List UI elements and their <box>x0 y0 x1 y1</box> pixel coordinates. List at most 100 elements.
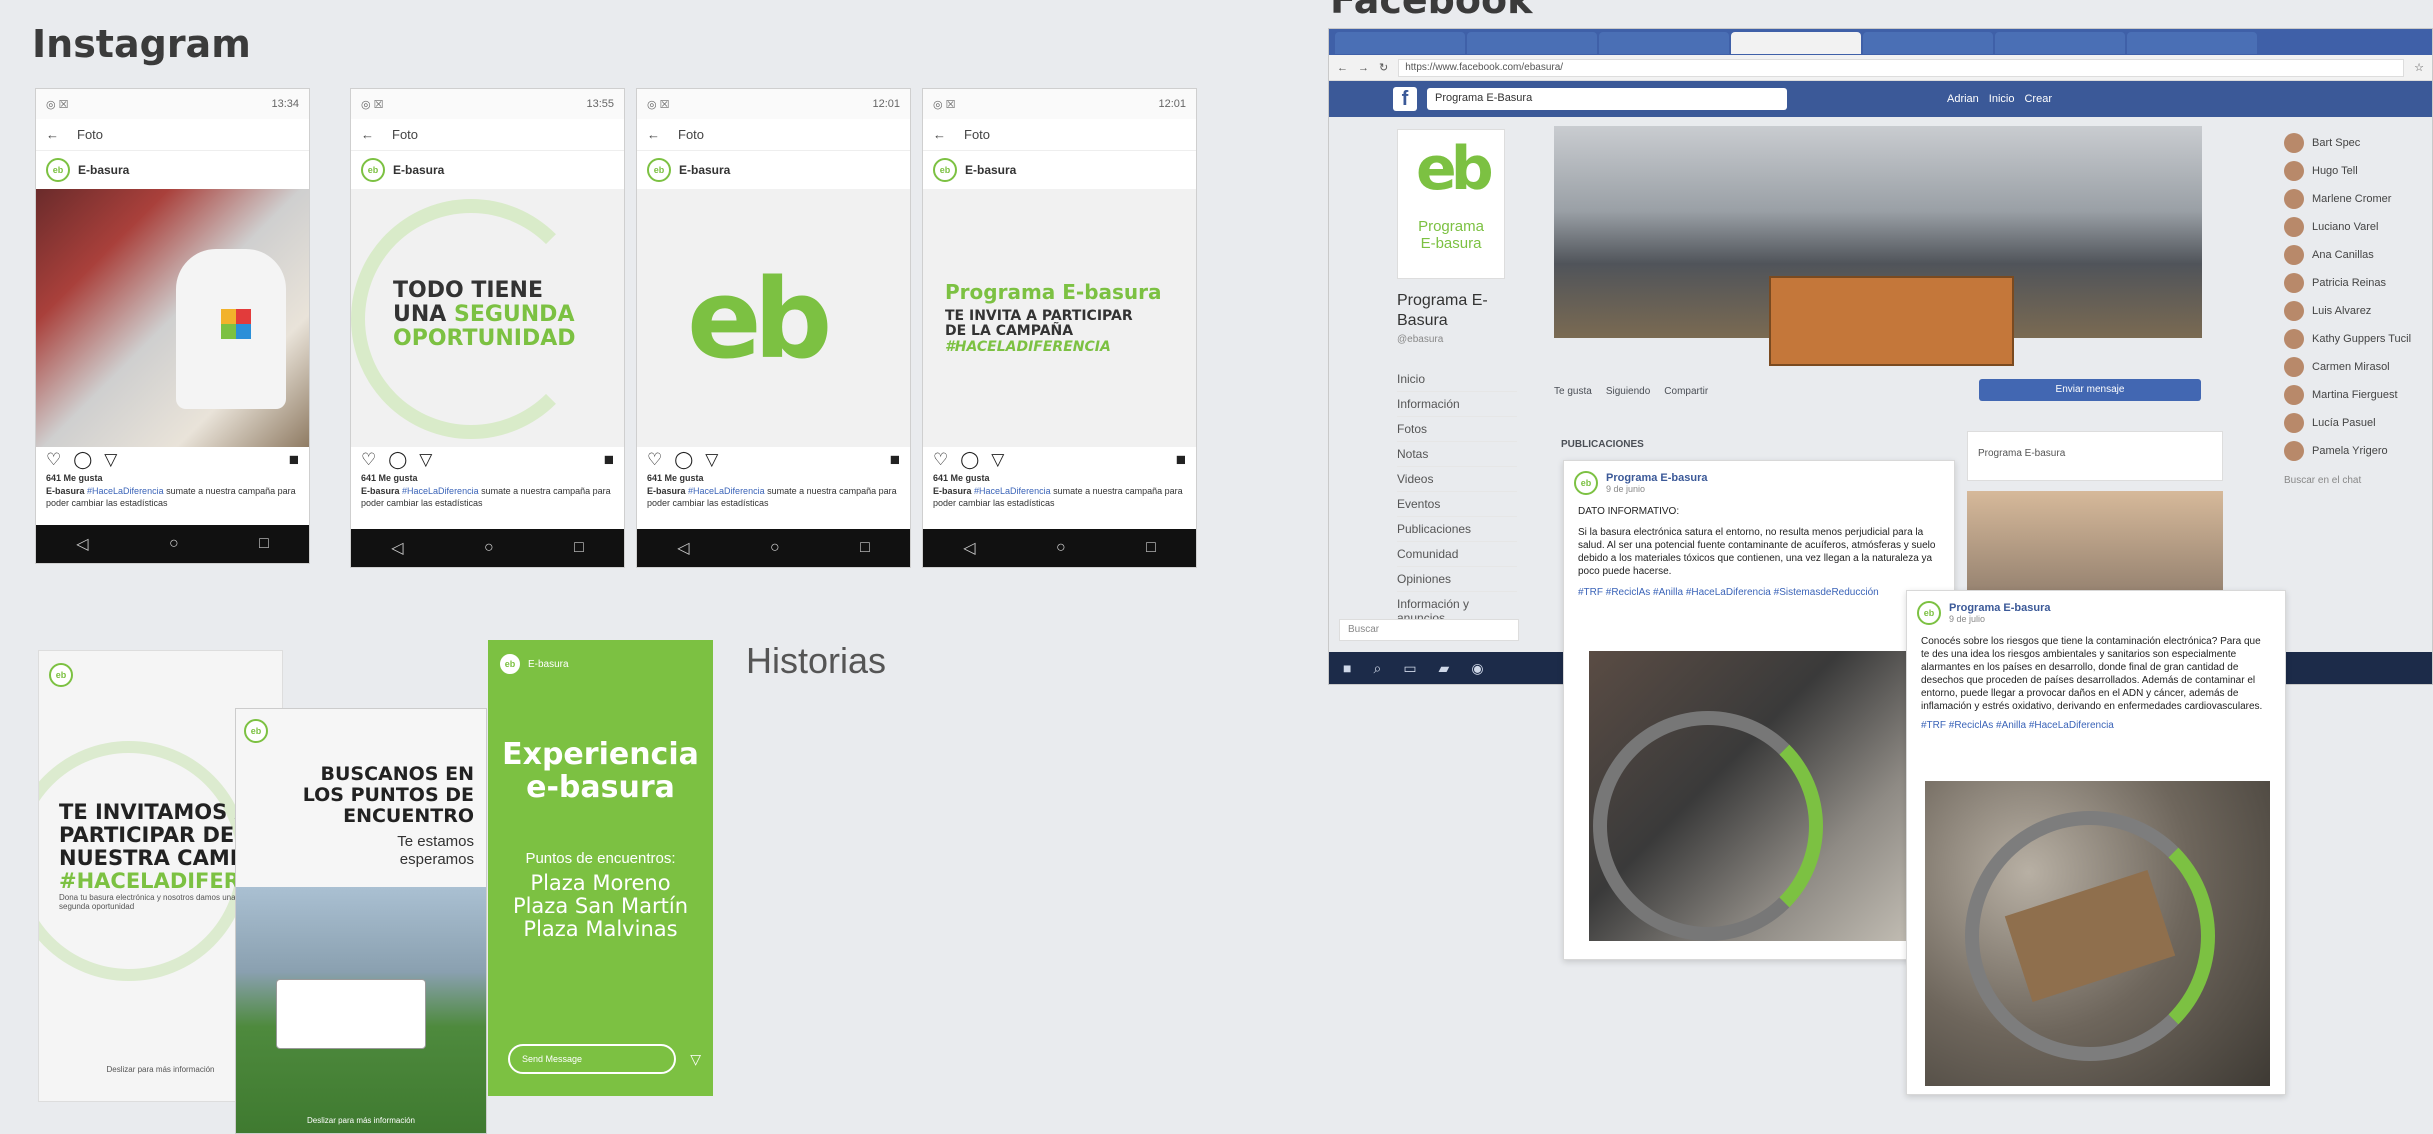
like-page-button[interactable]: Te gusta <box>1554 386 1592 397</box>
back-nav-icon[interactable]: ◁ <box>391 538 403 558</box>
sidebar-item-opiniones[interactable]: Opiniones <box>1397 567 1517 592</box>
post-topbar: ← Foto <box>637 119 910 151</box>
share-icon[interactable]: ▽ <box>705 450 718 470</box>
friend-item[interactable]: Martina Fierguest <box>2284 381 2432 409</box>
back-nav-icon[interactable]: ◁ <box>677 538 689 558</box>
follow-page-button[interactable]: Siguiendo <box>1606 386 1650 397</box>
back-arrow-icon[interactable]: ← <box>933 127 946 142</box>
taskview-icon[interactable]: ▭ <box>1403 660 1416 677</box>
sidebar-item-eventos[interactable]: Eventos <box>1397 492 1517 517</box>
friend-item[interactable]: Luciano Varel <box>2284 213 2432 241</box>
nav-create[interactable]: Crear <box>2024 93 2052 105</box>
nav-home[interactable]: Inicio <box>1989 93 2015 105</box>
avatar: eb <box>244 719 268 743</box>
post-account-row[interactable]: eb E-basura <box>36 151 309 189</box>
bookmark-icon[interactable]: ■ <box>289 450 299 470</box>
friend-item[interactable]: Patricia Reinas <box>2284 269 2432 297</box>
browser-tab[interactable] <box>2127 32 2257 54</box>
recent-nav-icon[interactable]: □ <box>574 539 584 557</box>
heart-icon[interactable]: ♡ <box>933 450 948 470</box>
back-arrow-icon[interactable]: ← <box>46 127 59 142</box>
friend-item[interactable]: Pamela Yrigero <box>2284 437 2432 465</box>
recent-nav-icon[interactable]: □ <box>860 539 870 557</box>
browser-icon[interactable]: ◉ <box>1471 660 1483 677</box>
comment-icon[interactable]: ◯ <box>73 450 92 470</box>
browser-tab[interactable] <box>1995 32 2125 54</box>
explorer-icon[interactable]: ▰ <box>1439 660 1450 677</box>
post-photo[interactable] <box>1589 651 1929 941</box>
sidebar-item-comunidad[interactable]: Comunidad <box>1397 542 1517 567</box>
share-icon[interactable]: ▽ <box>104 450 117 470</box>
sidebar-item-publicaciones[interactable]: Publicaciones <box>1397 517 1517 542</box>
story-reply-input[interactable]: Send Message <box>508 1044 676 1074</box>
back-arrow-icon[interactable]: ← <box>361 127 374 142</box>
facebook-logo-icon[interactable]: f <box>1393 87 1417 111</box>
page-handle[interactable]: @ebasura <box>1397 334 1443 345</box>
taskbar-search-input[interactable]: Buscar <box>1339 619 1519 641</box>
browser-tab[interactable] <box>1335 32 1465 54</box>
comment-icon[interactable]: ◯ <box>674 450 693 470</box>
story-footer[interactable]: Deslizar para más información <box>236 1116 486 1125</box>
browser-tab[interactable] <box>1863 32 1993 54</box>
send-icon[interactable]: ▽ <box>690 1051 701 1068</box>
sidebar-item-informacion[interactable]: Información <box>1397 392 1517 417</box>
send-message-button[interactable]: Enviar mensaje <box>1979 379 2201 401</box>
home-nav-icon[interactable]: ○ <box>1056 539 1066 557</box>
bookmark-icon[interactable]: ■ <box>604 450 614 470</box>
browser-tab[interactable] <box>1599 32 1729 54</box>
post-headline-dark: TE INVITA A PARTICIPAR DE LA CAMPAÑA #HA… <box>945 308 1133 355</box>
friend-item[interactable]: Carmen Mirasol <box>2284 353 2432 381</box>
post-account-row[interactable]: eb E-basura <box>351 151 624 189</box>
share-icon[interactable]: ▽ <box>991 450 1004 470</box>
forward-icon[interactable]: → <box>1358 62 1369 74</box>
back-nav-icon[interactable]: ◁ <box>76 534 88 554</box>
back-nav-icon[interactable]: ◁ <box>963 538 975 558</box>
windows-start-icon[interactable]: ■ <box>1343 660 1351 676</box>
share-page-button[interactable]: Compartir <box>1664 386 1708 397</box>
friend-item[interactable]: Ana Canillas <box>2284 241 2432 269</box>
fb-search-input[interactable]: Programa E-Basura <box>1427 88 1787 110</box>
friend-item[interactable]: Hugo Tell <box>2284 157 2432 185</box>
back-icon[interactable]: ← <box>1337 62 1348 74</box>
friend-item[interactable]: Marlene Cromer <box>2284 185 2432 213</box>
share-icon[interactable]: ▽ <box>419 450 432 470</box>
sidebar-item-fotos[interactable]: Fotos <box>1397 417 1517 442</box>
page-profile-picture[interactable]: eb Programa E-basura <box>1397 129 1505 279</box>
heart-icon[interactable]: ♡ <box>361 450 376 470</box>
avatar: eb <box>46 158 70 182</box>
heart-icon[interactable]: ♡ <box>647 450 662 470</box>
comment-icon[interactable]: ◯ <box>960 450 979 470</box>
heart-icon[interactable]: ♡ <box>46 450 61 470</box>
friend-item[interactable]: Bart Spec <box>2284 129 2432 157</box>
comment-icon[interactable]: ◯ <box>388 450 407 470</box>
sidebar-item-notas[interactable]: Notas <box>1397 442 1517 467</box>
bookmark-icon[interactable]: ■ <box>890 450 900 470</box>
recent-nav-icon[interactable]: □ <box>259 535 269 553</box>
back-arrow-icon[interactable]: ← <box>647 127 660 142</box>
reload-icon[interactable]: ↻ <box>1379 61 1388 74</box>
post-account-row[interactable]: eb E-basura <box>637 151 910 189</box>
ad-card[interactable]: Programa E-basura <box>1967 431 2223 481</box>
chat-search-input[interactable]: Buscar en el chat <box>2284 475 2432 486</box>
home-nav-icon[interactable]: ○ <box>484 539 494 557</box>
url-input[interactable]: https://www.facebook.com/ebasura/ <box>1398 58 2405 77</box>
post-account-row[interactable]: eb E-basura <box>923 151 1196 189</box>
post-photo[interactable] <box>1925 781 2270 1086</box>
recent-nav-icon[interactable]: □ <box>1146 539 1156 557</box>
cover-photo[interactable] <box>1554 126 2202 366</box>
search-icon[interactable]: ⌕ <box>1373 660 1381 677</box>
friend-item[interactable]: Kathy Guppers Tucil <box>2284 325 2432 353</box>
home-nav-icon[interactable]: ○ <box>770 539 780 557</box>
home-nav-icon[interactable]: ○ <box>169 535 179 553</box>
browser-tab-strip <box>1329 29 2432 55</box>
sidebar-item-inicio[interactable]: Inicio <box>1397 367 1517 392</box>
bookmark-icon[interactable]: ■ <box>1176 450 1186 470</box>
friend-item[interactable]: Lucía Pasuel <box>2284 409 2432 437</box>
sidebar-item-videos[interactable]: Videos <box>1397 467 1517 492</box>
avatar: eb <box>1574 471 1598 495</box>
nav-profile[interactable]: Adrian <box>1947 93 1979 105</box>
star-icon[interactable]: ☆ <box>2414 61 2424 74</box>
browser-tab[interactable] <box>1467 32 1597 54</box>
browser-tab-active[interactable] <box>1731 32 1861 54</box>
friend-item[interactable]: Luis Alvarez <box>2284 297 2432 325</box>
